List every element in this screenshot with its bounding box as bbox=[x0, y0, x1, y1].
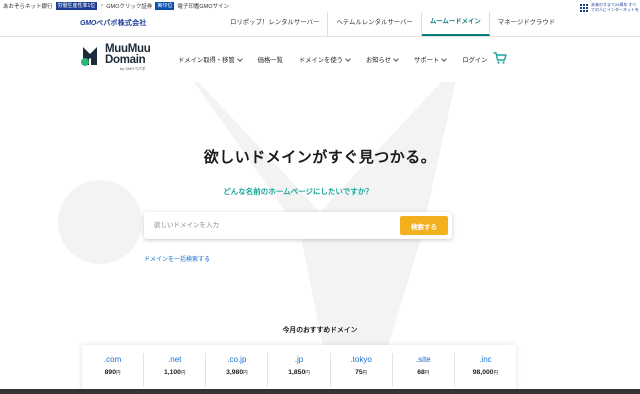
nav-label: ドメイン取得・移管 bbox=[178, 57, 235, 64]
tld-name: .com bbox=[103, 355, 122, 364]
nav-label: 価格一覧 bbox=[257, 57, 283, 64]
tld-price: 890円 bbox=[82, 369, 143, 376]
tld-item[interactable]: .inc 98,000円 bbox=[455, 353, 516, 387]
gmo-service-bar: GMOペパボ株式会社 ロリポップ！レンタルサーバー ヘテムルレンタルサーバー ム… bbox=[0, 2, 640, 37]
nav-label: お知らせ bbox=[365, 57, 391, 64]
price-unit: 円 bbox=[180, 370, 186, 375]
service-link-managed-cloud[interactable]: マネージドクラウド bbox=[490, 12, 563, 36]
tld-name: .co.jp bbox=[227, 355, 247, 364]
price-value: 3,980 bbox=[226, 369, 244, 376]
service-link-lolipop[interactable]: ロリポップ！レンタルサーバー bbox=[222, 12, 329, 36]
chevron-down-icon bbox=[441, 55, 448, 62]
hero-subtitle: どんな名前のホームページにしたいですか？ bbox=[223, 187, 373, 196]
partner-bar: あおぞらネット銀行 労働生産性率1位 × GMOクリック証券 実印位 電子印鑑G… bbox=[0, 0, 640, 12]
muumuu-m-icon bbox=[81, 47, 97, 66]
nav-use-domain[interactable]: ドメインを使う bbox=[291, 55, 358, 64]
gmo-pepabo-logo[interactable]: GMOペパボ株式会社 bbox=[80, 18, 147, 28]
tld-name: .jp bbox=[294, 355, 304, 364]
tld-item[interactable]: .jp 1,850円 bbox=[268, 353, 331, 387]
muumuu-logo[interactable]: MuuMuu Domain by GMOペパボ bbox=[80, 43, 160, 75]
main-nav: ドメイン取得・移管 価格一覧 ドメインを使う お知らせ サポート ログイン bbox=[170, 37, 495, 82]
gmo-logo-text: ペパボ株式会社 bbox=[96, 20, 147, 27]
tld-item[interactable]: .co.jp 3,980円 bbox=[206, 353, 269, 387]
nav-news[interactable]: お知らせ bbox=[358, 55, 406, 64]
domain-search-input[interactable] bbox=[144, 212, 394, 239]
tld-name: .inc bbox=[479, 355, 492, 364]
tld-name: .tokyo bbox=[350, 355, 372, 364]
logo-sub: by GMOペパボ bbox=[120, 67, 146, 71]
nav-label: ドメインを使う bbox=[298, 57, 343, 64]
tld-name: .net bbox=[168, 355, 182, 364]
tld-price: 98,000円 bbox=[455, 369, 516, 376]
chevron-down-icon bbox=[345, 55, 351, 62]
service-link-muumuu[interactable]: ムームードメイン bbox=[421, 12, 490, 36]
price-unit: 円 bbox=[424, 370, 430, 375]
domain-search-box: 検索する bbox=[144, 212, 452, 239]
tld-name: .site bbox=[415, 355, 431, 364]
nav-support[interactable]: サポート bbox=[406, 55, 454, 64]
partner-link-sign[interactable]: 電子印鑑GMOサイン bbox=[177, 2, 229, 10]
nav-login[interactable]: ログイン bbox=[454, 55, 495, 64]
price-value: 890 bbox=[104, 369, 116, 376]
bulk-search-link[interactable]: ドメインを一括検索する bbox=[144, 254, 210, 263]
nav-label: ログイン bbox=[462, 57, 488, 64]
tld-price: 1,100円 bbox=[144, 369, 205, 376]
close-icon[interactable]: × bbox=[100, 3, 103, 9]
price-unit: 円 bbox=[305, 370, 310, 375]
taskbar-edge bbox=[0, 389, 640, 394]
tld-price: 68円 bbox=[393, 369, 454, 376]
tld-item[interactable]: .tokyo 75円 bbox=[331, 353, 393, 387]
nav-price-list[interactable]: 価格一覧 bbox=[250, 55, 291, 64]
price-unit: 円 bbox=[243, 370, 248, 375]
nav-domain-acquire[interactable]: ドメイン取得・移管 bbox=[170, 55, 250, 64]
recommended-title: 今月のおすすめドメイン bbox=[282, 327, 358, 334]
chevron-down-icon bbox=[236, 55, 243, 62]
partner-link-bank[interactable]: あおぞらネット銀行 bbox=[3, 2, 53, 10]
search-button[interactable]: 検索する bbox=[400, 216, 448, 235]
tld-price: 75円 bbox=[331, 369, 392, 376]
price-value: 68 bbox=[417, 369, 425, 376]
tld-price: 3,980円 bbox=[206, 369, 267, 376]
hero-title: 欲しいドメインがすぐ見つかる。 bbox=[203, 149, 437, 166]
price-value: 98,000 bbox=[472, 369, 494, 376]
tld-item[interactable]: .net 1,100円 bbox=[144, 353, 207, 387]
logo-line2: Domain bbox=[105, 54, 146, 66]
tld-item[interactable]: .com 890円 bbox=[82, 353, 145, 387]
price-value: 1,100 bbox=[163, 369, 181, 376]
chevron-down-icon bbox=[393, 55, 399, 62]
service-links: ロリポップ！レンタルサーバー ヘテムルレンタルサーバー ムームードメイン マネー… bbox=[222, 12, 563, 36]
partner-link-securities[interactable]: GMOクリック証券 bbox=[106, 2, 152, 10]
nav-label: サポート bbox=[414, 57, 440, 64]
service-link-heteml[interactable]: ヘテムルレンタルサーバー bbox=[328, 12, 422, 36]
price-unit: 円 bbox=[493, 370, 499, 375]
partner-badge-productivity: 労働生産性率1位 bbox=[55, 2, 98, 10]
partner-badge-rank: 実印位 bbox=[155, 2, 175, 10]
price-unit: 円 bbox=[362, 370, 368, 375]
recommended-domains: .com 890円 .net 1,100円 .co.jp 3,980円 .jp … bbox=[82, 345, 516, 394]
tld-item[interactable]: .site 68円 bbox=[393, 353, 455, 387]
site-header: MuuMuu Domain by GMOペパボ ドメイン取得・移管 価格一覧 ド… bbox=[0, 37, 640, 82]
tld-price: 1,850円 bbox=[268, 369, 329, 376]
price-value: 75 bbox=[355, 369, 363, 376]
sustainability-banner[interactable]: 未来のすまで25周年 すべての人にインターネットを bbox=[580, 2, 640, 24]
price-unit: 円 bbox=[115, 370, 121, 375]
gmo-logo-mark: GMO bbox=[80, 20, 97, 27]
hero-section: 欲しいドメインがすぐ見つかる。 どんな名前のホームページにしたいですか？ 検索す… bbox=[0, 82, 640, 394]
price-value: 1,850 bbox=[288, 369, 306, 376]
cart-icon[interactable] bbox=[493, 52, 507, 64]
sustainability-text: 未来のすまで25周年 すべての人にインターネットを bbox=[591, 2, 639, 12]
grid-icon bbox=[580, 4, 588, 12]
